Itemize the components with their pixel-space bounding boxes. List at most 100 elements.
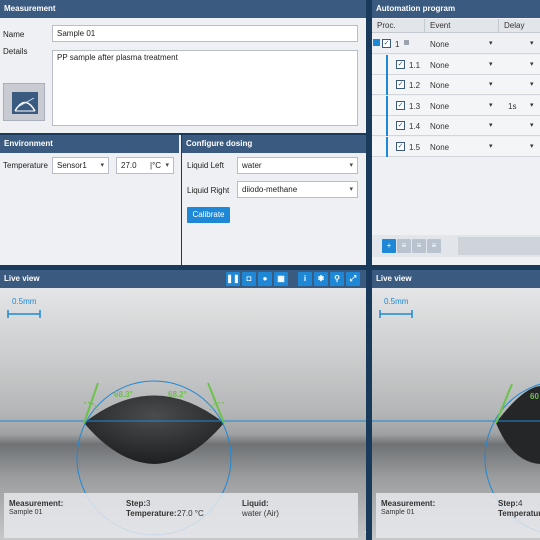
add-step-button[interactable]: + [382,239,396,253]
info-step-label-right: Step: [498,499,518,508]
live-view-right: Live view ✣▾ Ψ 0.5mm 60 Measurement: Sam… [372,270,540,540]
gear-icon[interactable]: ✱ [314,272,328,286]
col-delay: Delay [504,21,525,30]
info-icon[interactable]: i [298,272,312,286]
pause-icon[interactable]: ❚❚ [226,272,240,286]
zoom-icon[interactable]: ⚲ [330,272,344,286]
collapse-chevron-icon[interactable]: ⌄ [358,526,366,540]
chevron-down-icon[interactable]: ▾ [489,39,493,47]
step-event[interactable]: None [430,61,449,70]
automation-row[interactable]: ✓ 1.3 None ▾ 1s ▾ [372,95,540,116]
step-proc: 1.3 [409,101,421,111]
automation-row[interactable]: ✓ 1.1 None ▾ ▾ [372,54,540,75]
automation-footer: + ≡ ≡ ≡ [372,235,540,257]
chevron-down-icon[interactable]: ▾ [530,101,534,109]
step-proc: 1.4 [409,122,421,131]
step-checkbox[interactable]: ✓ [396,121,405,130]
liquid-right-select[interactable]: diiodo-methane ▾ [237,181,358,198]
temperature-field[interactable]: 27.0 |°C ▾ [116,157,174,174]
list-button-3[interactable]: ≡ [427,239,441,253]
chevron-down-icon[interactable]: ▾ [489,60,493,68]
angle-left-label: 68.3° [114,390,133,399]
info-measurement-value-right: Sample 01 [381,509,415,516]
automation-row[interactable]: ✓ 1.5 None ▾ ▾ [372,136,540,157]
step-proc: 1.1 [409,60,421,70]
automation-row[interactable]: ✓ 1.2 None ▾ ▾ [372,75,540,95]
chevron-down-icon[interactable]: ▾ [530,121,534,129]
step-checkbox[interactable]: ✓ [396,100,405,110]
info-liquid-label: Liquid: [242,499,269,508]
chevron-down-icon[interactable]: ▾ [489,121,493,129]
step-event[interactable]: None [430,102,449,111]
grid-icon[interactable]: ▦ [274,272,288,286]
col-proc: Proc. [377,21,396,30]
name-field[interactable]: Sample 01 [52,25,358,42]
step-event[interactable]: None [430,40,449,49]
expand-icon[interactable]: ⤢ [346,272,360,286]
liquid-left-select[interactable]: water ▾ [237,157,358,174]
list-button-2[interactable]: ≡ [412,239,426,253]
chevron-down-icon[interactable]: ▾ [489,101,493,109]
name-label: Name [3,30,25,39]
collapse-icon[interactable] [373,39,380,46]
list-button[interactable]: ≡ [397,239,411,253]
environment-panel: Environment Temperature Sensor1 ▾ 27.0 |… [0,135,181,265]
chevron-down-icon[interactable]: ▾ [489,80,493,88]
calibrate-button[interactable]: Calibrate [187,207,230,223]
step-checkbox[interactable]: ✓ [396,141,405,151]
liquid-right-label: Liquid Right [187,186,230,195]
automation-row[interactable]: ✓ 1.4 None ▾ ▾ [372,116,540,136]
angle-right-label: 68.2° [168,390,187,399]
live-view-title: Live view [4,274,40,283]
tree-line [386,116,388,136]
dosing-panel: Configure dosing Liquid Left water ▾ Liq… [182,135,366,265]
automation-row[interactable]: ✓ 1 None ▾ ▾ [372,34,540,54]
liquid-left-value: water [242,161,262,170]
step-checkbox[interactable]: ✓ [396,80,405,89]
temperature-value: 27.0 [121,161,137,170]
col-event: Event [430,21,451,30]
camera-icon[interactable]: ◘ [242,272,256,286]
step-checkbox[interactable]: ✓ [396,59,405,69]
step-event[interactable]: None [430,143,449,152]
sample-image-thumbnail[interactable] [3,83,45,121]
step-icon [404,40,409,45]
automation-header: Automation program [372,0,540,18]
info-measurement-value: Sample 01 [9,509,43,516]
chevron-down-icon[interactable]: ▾ [530,80,534,88]
step-proc: 1.5 [409,142,421,152]
chevron-down-icon: ▾ [349,162,353,169]
sensor-value: Sensor1 [57,161,87,170]
step-checkbox[interactable]: ✓ [382,39,391,48]
drop-image-icon [12,92,38,114]
info-temp-label-right: Temperature [498,509,540,518]
measurement-header: Measurement [0,0,366,18]
step-event[interactable]: None [430,81,449,90]
info-liquid-value: water (Air) [242,509,279,518]
info-step-value: 3 [146,499,151,508]
live-view-header: Live view ❚❚ ◘ ● ▦ i ✱ ⚲ ⤢ [0,270,366,288]
info-measurement-label-right: Measurement: [381,499,436,508]
step-event[interactable]: None [430,122,449,131]
chevron-down-icon[interactable]: ▾ [530,39,534,47]
sensor-select[interactable]: Sensor1 ▾ [52,157,109,174]
automation-column-header: Proc. Event Delay [372,19,540,33]
temperature-label: Temperature [3,161,48,170]
chevron-down-icon[interactable]: ▾ [489,142,493,150]
record-icon[interactable]: ● [258,272,272,286]
tree-line [386,136,388,157]
details-field[interactable]: PP sample after plasma treatment [52,50,358,126]
info-step-label: Step: [126,499,146,508]
info-temp-label: Temperature: [126,509,177,518]
live-view-left: Live view ❚❚ ◘ ● ▦ i ✱ ⚲ ⤢ ✣▾ Ψ▾ ▯▾ ƒx▾ … [0,270,366,540]
chevron-down-icon[interactable]: ▾ [530,142,534,150]
dosing-header: Configure dosing [182,135,366,153]
step-proc: 1 [395,40,400,49]
step-proc: 1.2 [409,81,421,90]
chevron-down-icon: ▾ [349,186,353,193]
liquid-left-label: Liquid Left [187,161,224,170]
chevron-down-icon: ▾ [100,162,104,169]
chevron-down-icon[interactable]: ▾ [530,60,534,68]
scale-label: 0.5mm [12,297,37,306]
step-delay[interactable]: 1s [508,102,516,111]
